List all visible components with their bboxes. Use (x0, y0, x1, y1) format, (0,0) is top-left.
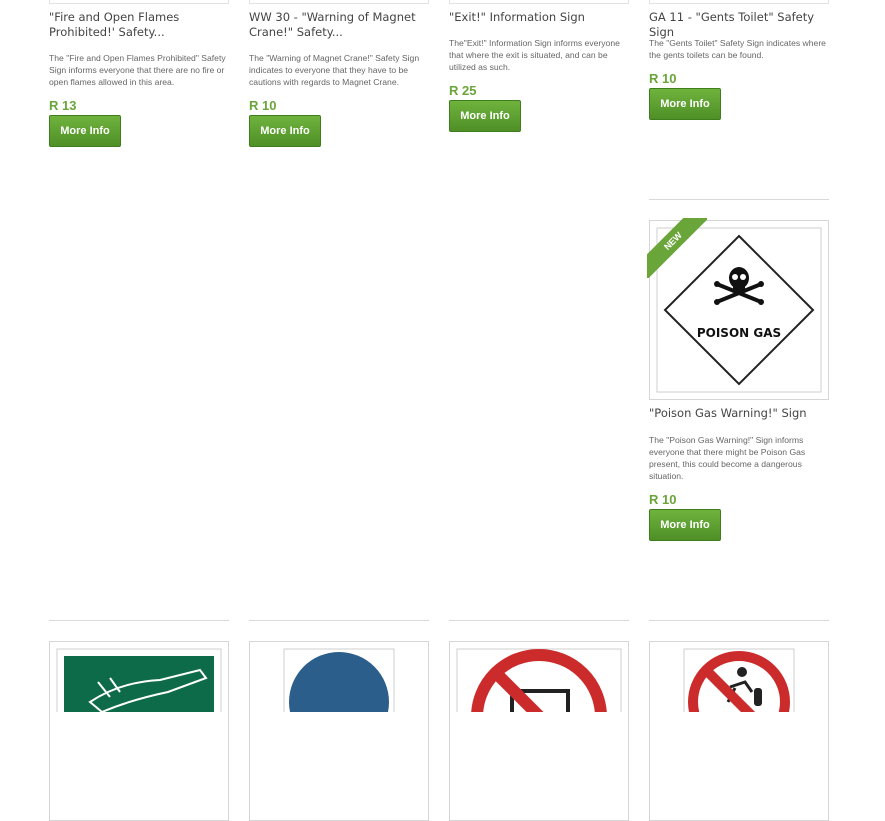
product-description: The"Exit!" Information Sign informs ever… (449, 38, 620, 72)
row-divider (449, 620, 629, 621)
new-badge-label: NEW (647, 218, 707, 278)
product-price: R 13 (49, 98, 77, 113)
row-divider (649, 620, 829, 621)
product-description: The "Warning of Magnet Crane!" Safety Si… (249, 53, 420, 87)
product-price: R 25 (449, 83, 477, 98)
product-image-frame[interactable] (49, 0, 229, 4)
product-description: The "Gents Toilet" Safety Sign indicates… (649, 38, 826, 60)
mandatory-blue-sign-icon (283, 648, 395, 752)
new-badge: NEW (647, 218, 707, 278)
product-title[interactable]: "Poison Gas Warning!" Sign (649, 406, 829, 421)
product-title[interactable]: "Fire and Open Flames Prohibited!' Safet… (49, 10, 229, 40)
product-title[interactable]: WW 30 - "Warning of Magnet Crane!" Safet… (249, 10, 429, 40)
more-info-button[interactable]: More Info (249, 115, 321, 147)
product-description: The "Fire and Open Flames Prohibited" Sa… (49, 53, 226, 87)
product-image[interactable] (249, 641, 429, 821)
row-divider (249, 620, 429, 621)
sign-text: POISON GAS (697, 326, 781, 340)
product-image[interactable] (649, 641, 829, 821)
product-price: R 10 (249, 98, 277, 113)
prohibition-sign-icon (456, 648, 622, 785)
product-image[interactable] (49, 641, 229, 821)
product-title[interactable]: GA 11 - "Gents Toilet" Safety Sign (649, 10, 829, 40)
product-description: The "Poison Gas Warning!" Sign informs e… (649, 435, 806, 481)
more-info-button[interactable]: More Info (649, 509, 721, 541)
more-info-button[interactable]: More Info (49, 115, 121, 147)
product-price: R 10 (649, 492, 677, 507)
product-image-frame[interactable] (449, 0, 629, 4)
row-divider (649, 199, 829, 200)
more-info-button[interactable]: More Info (649, 88, 721, 120)
no-gas-cylinder-sign-icon (683, 648, 795, 753)
more-info-button[interactable]: More Info (449, 100, 521, 132)
grinder-sign-icon (56, 648, 222, 726)
product-card-featured: POISON GAS NEW "Poison Gas Warning!" Sig… (647, 218, 829, 550)
product-image-frame[interactable] (249, 0, 429, 4)
product-image-frame[interactable] (649, 0, 829, 4)
product-image[interactable] (449, 641, 629, 821)
product-title[interactable]: "Exit!" Information Sign (449, 10, 629, 25)
row-divider (49, 620, 229, 621)
product-price: R 10 (649, 71, 677, 86)
